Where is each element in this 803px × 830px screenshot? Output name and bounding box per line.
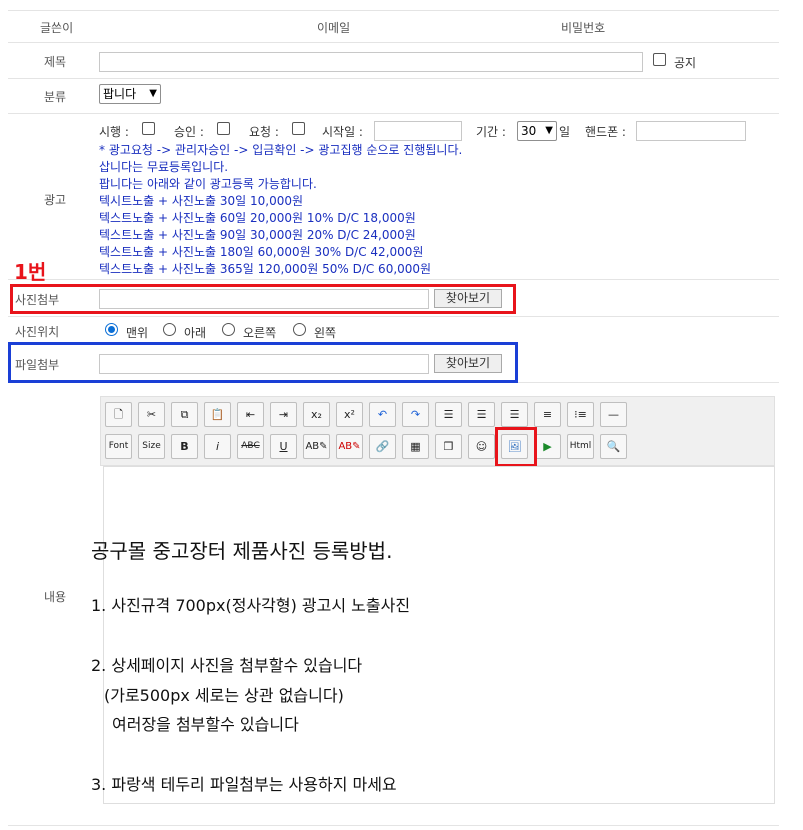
photo-position-row: 사진위치 맨위 아래 오른쪽 왼쪽 (8, 318, 779, 344)
ad-info-line: * 광고요청 -> 관리자승인 -> 입금확인 -> 광고집행 순으로 진행됩니… (99, 143, 463, 157)
editor-toolbar: 🗋 ✂ ⧉ 📋 ⇤ ⇥ x₂ x² ↶ ↷ ☰ ☰ ☰ ≡ ⁝≡ — Font … (100, 396, 775, 466)
media-icon[interactable]: ▶ (534, 434, 561, 459)
chevron-down-icon: ▼ (545, 125, 553, 136)
content-title: 공구몰 중고장터 제품사진 등록방법. (91, 539, 393, 563)
period-unit: 일 (559, 125, 571, 139)
request-label: 요청 : (249, 125, 279, 139)
undo-icon[interactable]: ↶ (369, 402, 396, 427)
category-row: 분류 팝니다 ▼ (8, 80, 779, 114)
author-row: 글쓴이 이메일 비밀번호 (8, 10, 779, 43)
highlight-color-icon[interactable]: AB✎ (336, 434, 363, 459)
superscript-icon[interactable]: x² (336, 402, 363, 427)
trial-label: 시행 : (99, 125, 129, 139)
cut-icon[interactable]: ✂ (138, 402, 165, 427)
outdent-icon[interactable]: ⇤ (237, 402, 264, 427)
chevron-down-icon: ▼ (149, 88, 157, 99)
content-line-2: 2. 상세페이지 사진을 첨부할수 있습니다 (91, 656, 363, 675)
ad-info-line: 텍스트노출 + 사진노출 60일 20,000원 10% D/C 18,000원 (99, 211, 416, 225)
period-select[interactable]: 30 ▼ (517, 121, 557, 141)
photo-pos-top-label: 맨위 (126, 326, 149, 340)
trial-checkbox[interactable] (142, 122, 155, 135)
ad-row: 광고 시행 : 승인 : 요청 : 시작일 : 기간 : 30 ▼ 일 핸드폰 … (8, 115, 779, 280)
ordered-list-icon[interactable]: ≡ (534, 402, 561, 427)
ad-info-line: 텍스트노출 + 사진노출 90일 30,000원 20% D/C 24,000원 (99, 228, 416, 242)
content-label: 내용 (44, 590, 67, 604)
content-line-5: 3. 파랑색 테두리 파일첨부는 사용하지 마세요 (91, 775, 397, 794)
ad-info: * 광고요청 -> 관리자승인 -> 입금확인 -> 광고집행 순으로 진행됩니… (99, 142, 462, 278)
preview-icon[interactable]: 🔍 (600, 434, 627, 459)
ad-info-line: 텍스트노출 + 사진노출 180일 60,000원 30% D/C 42,000… (99, 245, 424, 259)
unordered-list-icon[interactable]: ⁝≡ (567, 402, 594, 427)
table-icon[interactable]: ▦ (402, 434, 429, 459)
align-center-icon[interactable]: ☰ (468, 402, 495, 427)
category-select[interactable]: 팝니다 ▼ (99, 84, 161, 104)
category-label: 분류 (44, 90, 67, 104)
ad-label: 광고 (44, 193, 67, 207)
author-input[interactable] (99, 17, 231, 37)
photo-pos-left-label: 왼쪽 (314, 326, 337, 340)
annotation-label-1: 1번 (14, 260, 47, 284)
annotation-box-file (8, 342, 518, 383)
password-label: 비밀번호 (561, 21, 606, 35)
editor-content-area[interactable] (103, 466, 775, 804)
email-label: 이메일 (317, 21, 351, 35)
ad-info-line: 팝니다는 아래와 같이 광고등록 가능합니다. (99, 177, 317, 191)
notice-label: 공지 (674, 56, 697, 70)
emoticon-icon[interactable]: ☺ (468, 434, 495, 459)
author-label: 글쓴이 (40, 21, 74, 35)
paste-icon[interactable]: 📋 (204, 402, 231, 427)
bold-button[interactable]: B (171, 434, 198, 459)
content-line-3: (가로500px 세로는 상관 없습니다) (104, 686, 344, 705)
annotation-box-2 (495, 427, 537, 467)
text-color-icon[interactable]: AB✎ (303, 434, 330, 459)
object-icon[interactable]: ❒ (435, 434, 462, 459)
photo-pos-bottom-label: 아래 (184, 326, 207, 340)
underline-button[interactable]: U (270, 434, 297, 459)
subject-label: 제목 (44, 55, 67, 69)
italic-button[interactable]: i (204, 434, 231, 459)
start-label: 시작일 : (322, 125, 363, 139)
photo-pos-top-radio[interactable] (105, 323, 118, 336)
photo-pos-right-radio[interactable] (222, 323, 235, 336)
category-selected: 팝니다 (103, 87, 137, 101)
phone-input[interactable] (636, 121, 746, 141)
align-right-icon[interactable]: ☰ (501, 402, 528, 427)
request-checkbox[interactable] (292, 122, 305, 135)
size-button[interactable]: Size (138, 434, 165, 459)
email-input[interactable] (382, 17, 514, 37)
approve-label: 승인 : (174, 125, 204, 139)
photo-pos-bottom-radio[interactable] (163, 323, 176, 336)
period-label: 기간 : (476, 125, 506, 139)
phone-label: 핸드폰 : (585, 125, 626, 139)
ad-info-line: 삽니다는 무료등록입니다. (99, 160, 229, 174)
copy-icon[interactable]: ⧉ (171, 402, 198, 427)
html-button[interactable]: Html (567, 434, 594, 459)
photo-position-label: 사진위치 (15, 325, 60, 339)
subject-row: 제목 공지 (8, 44, 779, 79)
content-line-4: 여러장을 첨부할수 있습니다 (112, 715, 299, 734)
align-left-icon[interactable]: ☰ (435, 402, 462, 427)
subscript-icon[interactable]: x₂ (303, 402, 330, 427)
photo-pos-left-radio[interactable] (293, 323, 306, 336)
link-icon[interactable]: 🔗 (369, 434, 396, 459)
content-line-1: 1. 사진규격 700px(정사각형) 광고시 노출사진 (91, 596, 411, 615)
photo-pos-right-label: 오른쪽 (243, 326, 277, 340)
notice-checkbox[interactable] (653, 53, 666, 66)
password-input[interactable] (670, 17, 725, 37)
ad-info-line: 텍스트노출 + 사진노출 365일 120,000원 50% D/C 60,00… (99, 262, 432, 276)
font-button[interactable]: Font (105, 434, 132, 459)
approve-checkbox[interactable] (217, 122, 230, 135)
ad-info-line: 텍시트노출 + 사진노출 30일 10,000원 (99, 194, 304, 208)
subject-input[interactable] (99, 52, 643, 72)
redo-icon[interactable]: ↷ (402, 402, 429, 427)
strike-button[interactable]: ABC (237, 434, 264, 459)
indent-icon[interactable]: ⇥ (270, 402, 297, 427)
start-date-input[interactable] (374, 121, 462, 141)
period-value: 30 (521, 124, 537, 138)
annotation-box-1 (10, 284, 516, 314)
horizontal-rule-icon[interactable]: — (600, 402, 627, 427)
new-document-icon[interactable]: 🗋 (105, 402, 132, 427)
